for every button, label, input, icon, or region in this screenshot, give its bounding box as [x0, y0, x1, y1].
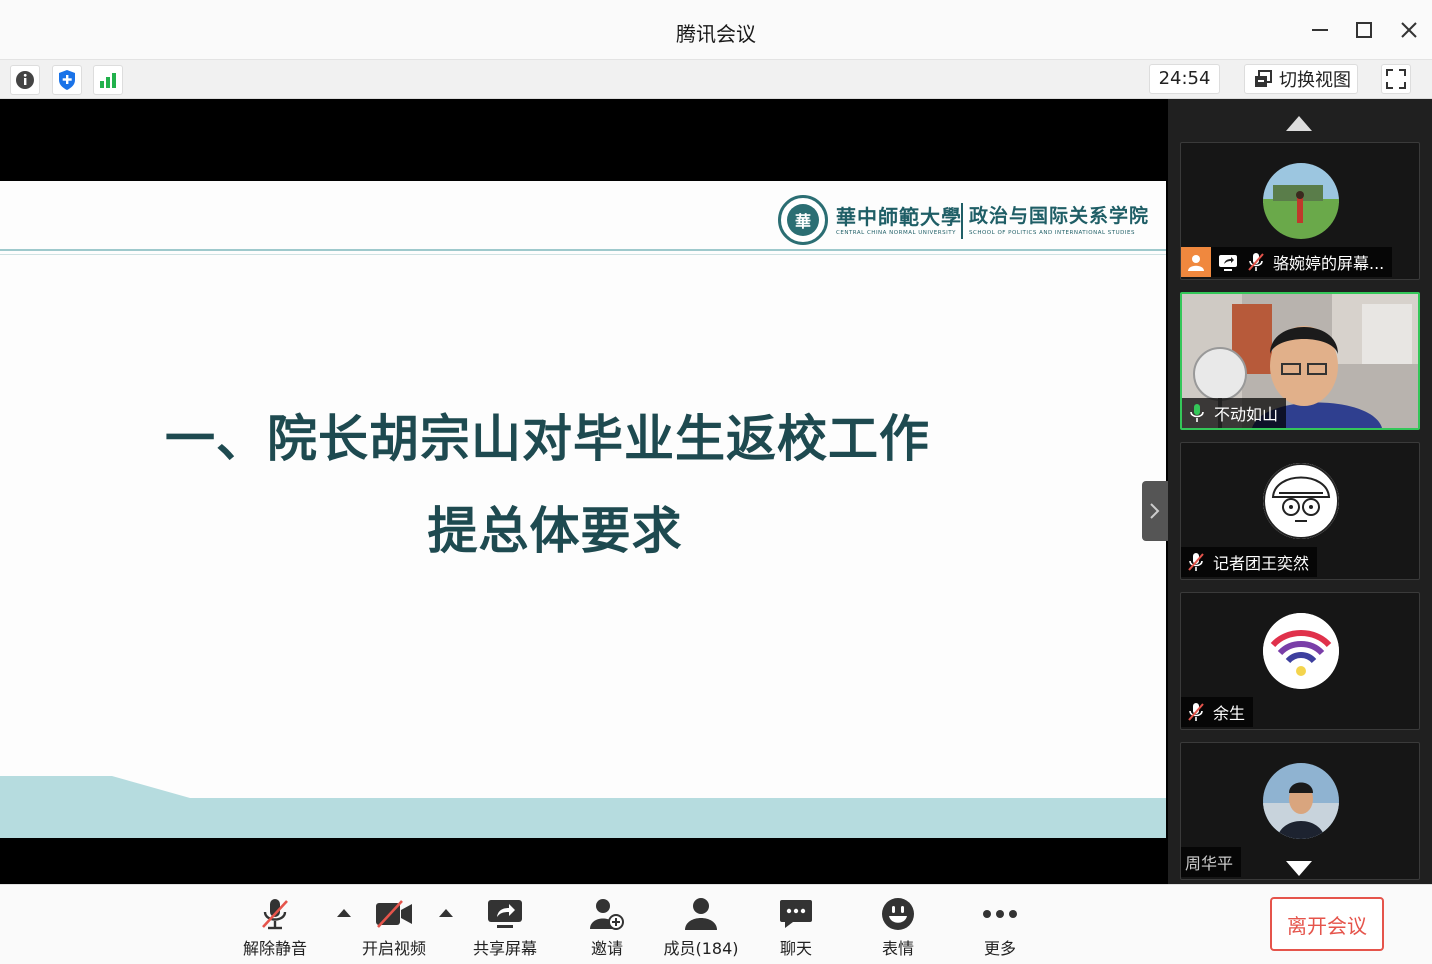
participant-name: 骆婉婷的屏幕...	[1273, 254, 1385, 273]
slide-header-line	[0, 249, 1166, 251]
switch-view-label: 切换视图	[1279, 70, 1351, 91]
logo-divider	[961, 203, 963, 239]
security-button[interactable]	[52, 65, 82, 95]
participant-name-bar: 周华平	[1181, 847, 1242, 877]
avatar-cartoon-image	[1263, 463, 1339, 539]
participant-name-bar: 余生	[1181, 697, 1254, 727]
video-options-caret[interactable]	[439, 909, 453, 917]
user-icon	[1181, 247, 1211, 277]
participant-name-bar: 不动如山	[1182, 398, 1287, 428]
info-button[interactable]	[10, 65, 40, 95]
meeting-window: 腾讯会议 24:54 切换视图 華 華中師範大學 CENTRAL CHINA N…	[0, 0, 1432, 964]
share-screen-button[interactable]: 共享屏幕	[455, 895, 555, 959]
more-button[interactable]: 更多	[950, 895, 1050, 959]
network-signal-button[interactable]	[93, 65, 123, 95]
chat-label: 聊天	[779, 939, 812, 958]
more-label: 更多	[983, 939, 1016, 958]
school-name: 政治与国际关系学院	[969, 205, 1150, 227]
switch-view-button[interactable]: 切换视图	[1244, 64, 1358, 94]
collapse-panel-toggle[interactable]	[1142, 481, 1168, 541]
window-title: 腾讯会议	[676, 22, 756, 46]
video-off-icon	[374, 895, 414, 933]
mic-muted-icon	[1185, 701, 1207, 723]
presentation-slide: 華 華中師範大學 CENTRAL CHINA NORMAL UNIVERSITY…	[0, 181, 1166, 838]
school-english-name: SCHOOL OF POLITICS AND INTERNATIONAL STU…	[969, 230, 1135, 236]
mic-muted-icon	[1245, 251, 1267, 273]
university-english-name: CENTRAL CHINA NORMAL UNIVERSITY	[836, 230, 956, 236]
meeting-control-bar: 解除静音 开启视频 共享屏幕 邀请 成员(184) 聊天 表情 更多 离开会议	[0, 884, 1432, 964]
university-name: 華中師範大學	[836, 205, 962, 229]
participant-tile-2[interactable]: 不动如山	[1180, 292, 1420, 430]
participant-name: 余生	[1213, 704, 1246, 723]
info-icon	[16, 71, 34, 89]
signal-bars-icon	[100, 73, 116, 88]
slide-footer-band	[0, 776, 1166, 838]
minimize-button[interactable]	[1304, 14, 1336, 46]
reactions-label: 表情	[881, 939, 914, 958]
avatar-wifi-image	[1263, 613, 1339, 689]
participant-name: 周华平	[1185, 854, 1234, 873]
share-screen-icon	[485, 895, 525, 933]
share-screen-label: 共享屏幕	[472, 939, 537, 958]
university-logo-area: 華 華中師範大學 CENTRAL CHINA NORMAL UNIVERSITY…	[778, 195, 1164, 245]
avatar	[1263, 463, 1339, 539]
members-icon	[681, 895, 721, 933]
reactions-button[interactable]: 表情	[848, 895, 948, 959]
university-seal: 華	[778, 195, 828, 245]
participant-name: 不动如山	[1214, 405, 1279, 424]
participant-tile-4[interactable]: 余生	[1180, 592, 1420, 730]
minimize-icon	[1312, 29, 1328, 31]
participant-name-bar: 记者团王奕然	[1181, 547, 1318, 577]
avatar	[1263, 613, 1339, 689]
triangle-up-icon	[1286, 116, 1312, 131]
chevron-right-icon	[1150, 503, 1160, 519]
participant-name: 记者团王奕然	[1213, 554, 1310, 573]
maximize-icon	[1356, 22, 1372, 38]
avatar-photo-image	[1263, 763, 1339, 839]
close-icon	[1401, 22, 1417, 38]
mic-muted-icon	[1185, 551, 1207, 573]
scroll-down-button[interactable]	[1284, 859, 1314, 879]
avatar	[1263, 163, 1339, 239]
slide-header-line-thin	[0, 254, 1166, 255]
invite-button[interactable]: 邀请	[557, 895, 657, 959]
participant-name-bar: 骆婉婷的屏幕...	[1181, 247, 1393, 277]
close-button[interactable]	[1393, 14, 1425, 46]
more-dots-icon	[980, 895, 1020, 933]
slide-title-line2: 提总体要求	[427, 502, 683, 560]
members-label: 成员(184)	[663, 939, 739, 958]
chat-icon	[776, 895, 816, 933]
shield-icon	[59, 70, 75, 90]
avatar	[1263, 763, 1339, 839]
emoji-icon	[878, 895, 918, 933]
maximize-button[interactable]	[1348, 14, 1380, 46]
mic-muted-icon	[255, 895, 295, 933]
invite-label: 邀请	[590, 939, 623, 958]
chat-button[interactable]: 聊天	[746, 895, 846, 959]
mic-on-icon	[1186, 402, 1208, 424]
participant-tile-1[interactable]: 骆婉婷的屏幕...	[1180, 142, 1420, 280]
unmute-label: 解除静音	[242, 939, 307, 958]
title-bar: 腾讯会议	[0, 0, 1432, 60]
triangle-down-icon	[1286, 861, 1312, 876]
participant-tile-3[interactable]: 记者团王奕然	[1180, 442, 1420, 580]
meeting-toolbar: 24:54 切换视图	[0, 60, 1432, 99]
start-video-label: 开启视频	[361, 939, 426, 958]
shared-screen-stage: 華 華中師範大學 CENTRAL CHINA NORMAL UNIVERSITY…	[0, 99, 1168, 884]
scroll-up-button[interactable]	[1284, 113, 1314, 133]
members-button[interactable]: 成员(184)	[651, 895, 751, 959]
meeting-timer: 24:54	[1149, 64, 1220, 94]
avatar-landscape-image	[1263, 163, 1339, 239]
start-video-button[interactable]: 开启视频	[344, 895, 444, 959]
switch-view-icon	[1255, 70, 1272, 87]
add-user-icon	[587, 895, 627, 933]
leave-meeting-button[interactable]: 离开会议	[1270, 897, 1384, 951]
fullscreen-icon	[1386, 69, 1406, 89]
slide-title-line1: 一、院长胡宗山对毕业生返校工作	[165, 410, 930, 468]
screen-share-icon	[1217, 251, 1239, 273]
unmute-button[interactable]: 解除静音	[225, 895, 325, 959]
fullscreen-button[interactable]	[1381, 64, 1411, 94]
